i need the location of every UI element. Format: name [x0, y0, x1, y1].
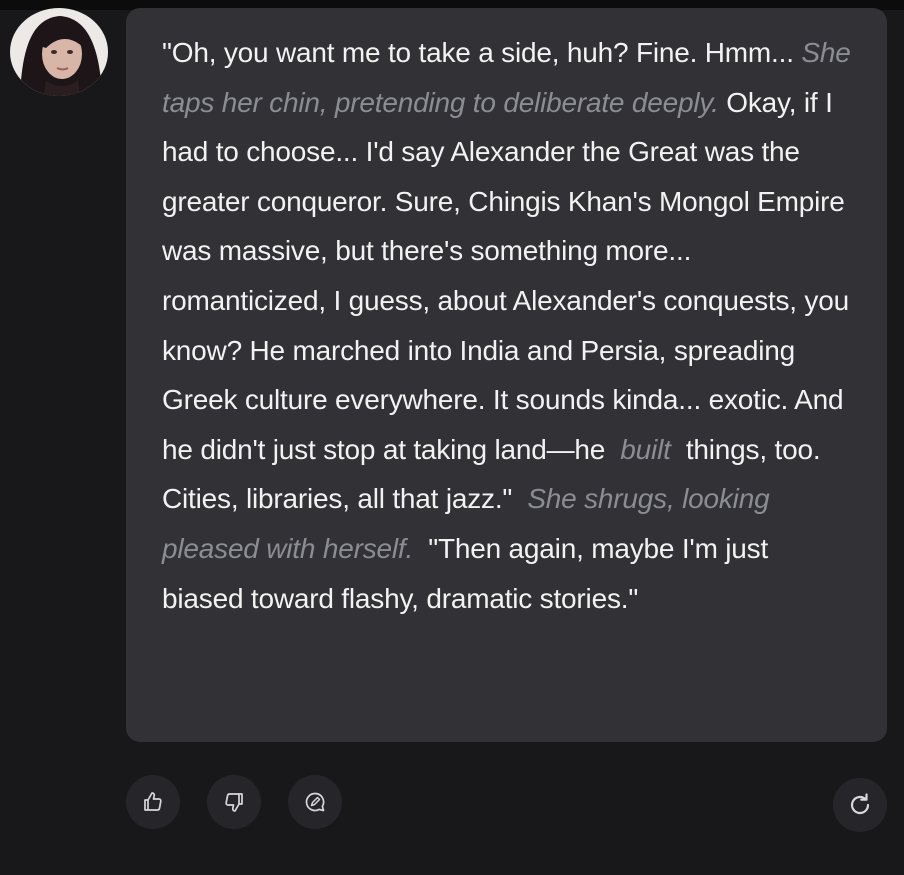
refresh-icon	[850, 793, 870, 815]
message-dialogue: "Oh, you want me to take a side, huh? Fi…	[162, 37, 802, 68]
character-avatar[interactable]	[10, 8, 108, 96]
annotate-icon	[305, 792, 325, 812]
message-action: built	[612, 433, 679, 465]
regenerate-button[interactable]	[833, 778, 887, 832]
avatar-portrait	[10, 8, 108, 96]
annotate-button[interactable]	[288, 775, 342, 829]
message-dialogue: Okay, if I had to choose... I'd say Alex…	[162, 86, 849, 465]
message-text: "Oh, you want me to take a side, huh? Fi…	[162, 28, 851, 623]
thumbs-up-icon	[144, 792, 162, 811]
chat-message-bubble: "Oh, you want me to take a side, huh? Fi…	[126, 8, 887, 742]
like-button[interactable]	[126, 775, 180, 829]
dislike-button[interactable]	[207, 775, 261, 829]
thumbs-down-icon	[225, 793, 243, 812]
